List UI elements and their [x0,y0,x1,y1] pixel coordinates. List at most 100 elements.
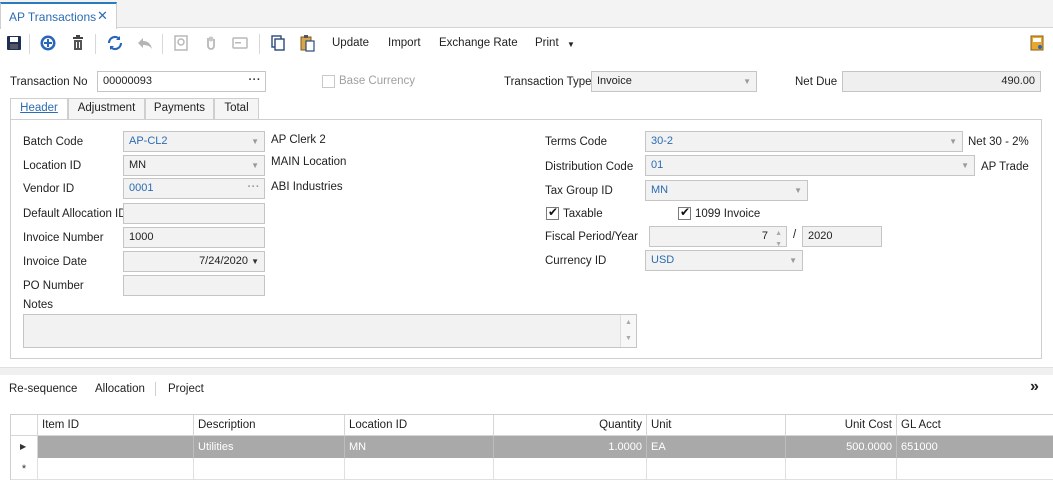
tab-payments[interactable]: Payments [145,98,214,119]
base-currency-checkbox[interactable] [322,75,335,88]
new-cell-item-id[interactable] [38,458,194,480]
toolbar-separator [162,34,163,54]
help-book-icon[interactable] [1028,34,1046,52]
tab-header[interactable]: Header [10,98,68,120]
copy-icon[interactable] [269,34,287,52]
tax-group-select[interactable]: MN ▼ [645,180,808,201]
add-new-icon[interactable] [39,34,57,52]
resequence-button[interactable]: Re-sequence [9,383,77,395]
distribution-code-select[interactable]: 01 ▼ [645,155,975,176]
fiscal-separator: / [793,229,797,241]
location-id-select[interactable]: MN ▼ [123,155,265,176]
line-items-grid: Item ID Description Location ID Quantity… [10,414,1053,480]
cell-gl-acct[interactable]: 651000 [897,436,1053,458]
po-number-label: PO Number [23,280,84,292]
cell-unit[interactable]: EA [647,436,786,458]
invoice-number-field[interactable]: 1000 [123,227,265,248]
net-due-label: Net Due [795,76,838,88]
currency-id-select[interactable]: USD ▼ [645,250,803,271]
transaction-type-select[interactable]: Invoice ▼ [591,71,757,92]
chevron-down-icon: ▼ [251,161,259,170]
invoice-number-label: Invoice Number [23,232,104,244]
new-cell-description[interactable] [194,458,345,480]
print-button[interactable]: Print [535,37,559,49]
stepper-down-icon[interactable]: ▼ [775,235,782,246]
notes-label: Notes [23,299,54,311]
new-cell-unit-cost[interactable] [786,458,897,480]
delete-icon[interactable] [69,34,87,52]
save-icon[interactable] [5,34,23,52]
taxable-checkbox[interactable]: ✔ [546,205,559,220]
finder-ellipsis-icon[interactable]: ··· [249,72,262,90]
calendar-dropdown-icon[interactable]: ▼ [251,252,259,271]
action-separator [155,382,156,396]
toolbar: Update Import Exchange Rate Print ▼ [0,29,1053,59]
exchange-rate-button[interactable]: Exchange Rate [439,37,518,49]
new-row-marker: * [11,458,38,480]
new-cell-location-id[interactable] [345,458,494,480]
column-header-unit[interactable]: Unit [647,415,786,436]
vendor-id-label: Vendor ID [23,183,75,195]
column-header-unit-cost[interactable]: Unit Cost [786,415,897,436]
close-tab-icon[interactable]: ✕ [97,8,108,24]
column-header-gl-acct[interactable]: GL Acct [897,415,1053,436]
batch-code-description: AP Clerk 2 [271,134,326,146]
tab-ap-transactions[interactable]: AP Transactions ✕ [0,2,117,29]
taxable-label: Taxable [563,208,603,220]
toolbar-separator [259,34,260,54]
tax-group-value: MN [651,184,669,196]
expand-panel-icon[interactable]: » [1030,378,1039,396]
tab-total[interactable]: Total [214,98,259,119]
update-button[interactable]: Update [332,37,369,49]
tab-adjustment-label: Adjustment [77,102,136,114]
po-number-field[interactable] [123,275,265,296]
fiscal-period-year-label: Fiscal Period/Year [545,231,638,243]
cell-description[interactable]: Utilities [194,436,345,458]
chevron-down-icon: ▼ [949,137,957,146]
new-cell-unit[interactable] [647,458,786,480]
print-dropdown-icon[interactable]: ▼ [567,40,575,49]
fiscal-year-field[interactable]: 2020 [802,226,882,247]
default-allocation-field[interactable] [123,203,265,224]
undo-icon[interactable] [136,34,154,52]
toolbar-separator [95,34,96,54]
section-divider [0,367,1053,375]
new-cell-quantity[interactable] [494,458,647,480]
base-currency-label: Base Currency [339,75,416,87]
invoice-1099-checkbox[interactable]: ✔ [678,205,691,220]
tab-payments-label: Payments [153,102,206,114]
column-header-location-id[interactable]: Location ID [345,415,494,436]
scroll-down-icon[interactable]: ▼ [625,329,632,347]
batch-code-select[interactable]: AP-CL2 ▼ [123,131,265,152]
batch-code-label: Batch Code [23,136,84,148]
distribution-code-label: Distribution Code [545,161,634,173]
transaction-no-field[interactable]: 00000093 ··· [97,71,266,92]
checkmark-icon: ✔ [548,205,559,219]
fiscal-period-stepper[interactable]: 7 ▲ ▼ [649,226,787,247]
table-row[interactable]: ▶ Utilities MN 1.0000 EA 500.0000 651000 [11,436,1053,458]
import-button[interactable]: Import [388,37,421,49]
new-cell-gl-acct[interactable] [897,458,1053,480]
tab-adjustment[interactable]: Adjustment [68,98,145,119]
cell-quantity[interactable]: 1.0000 [494,436,647,458]
project-button[interactable]: Project [168,383,204,395]
paste-icon[interactable] [298,34,316,52]
column-header-item-id[interactable]: Item ID [38,415,194,436]
cell-location-id[interactable]: MN [345,436,494,458]
new-row[interactable]: * [11,458,1053,480]
refresh-icon[interactable] [106,34,124,52]
finder-ellipsis-icon[interactable]: ··· [248,179,261,197]
column-header-quantity[interactable]: Quantity [494,415,647,436]
cell-unit-cost[interactable]: 500.0000 [786,436,897,458]
notes-scrollbar[interactable]: ▲ ▼ [620,315,636,347]
column-header-description[interactable]: Description [194,415,345,436]
vendor-id-field[interactable]: 0001 ··· [123,178,265,199]
terms-code-select[interactable]: 30-2 ▼ [645,131,963,152]
invoice-date-label: Invoice Date [23,256,87,268]
location-description: MAIN Location [271,156,347,168]
cell-item-id[interactable] [38,436,194,458]
allocation-button[interactable]: Allocation [95,383,145,395]
transaction-type-label: Transaction Type [504,76,592,88]
notes-textarea[interactable]: ▲ ▼ [23,314,637,348]
invoice-date-picker[interactable]: 7/24/2020 ▼ [123,251,265,272]
